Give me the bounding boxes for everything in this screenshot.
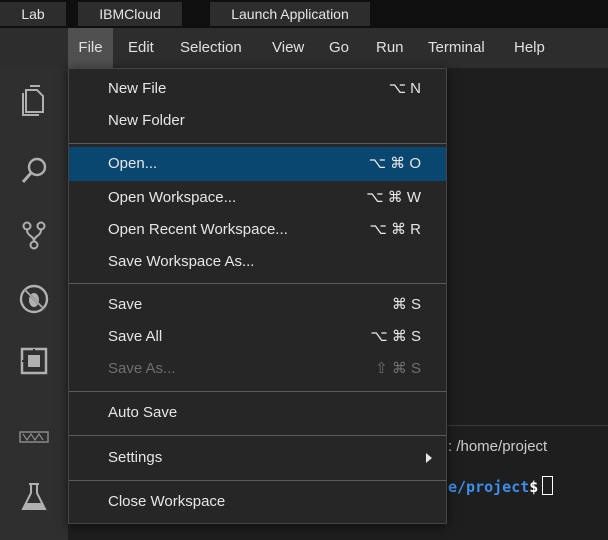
menu-item-save-as: Save As... ⇧ ⌘ S [108, 360, 421, 377]
menu-bar: File Edit Selection View Go Run Terminal… [0, 28, 608, 68]
terminal-line: : /home/project [448, 438, 548, 455]
menu-separator [69, 143, 446, 144]
menu-file[interactable]: File [68, 28, 113, 68]
terminal-prompt-symbol: $ [529, 478, 539, 496]
menu-separator [69, 435, 446, 436]
debug-icon[interactable] [17, 282, 51, 316]
menu-item-open-recent-workspace[interactable]: Open Recent Workspace... ⌥ ⌘ R [69, 213, 446, 247]
menu-separator [69, 480, 446, 481]
menu-go[interactable]: Go [329, 28, 349, 68]
menu-selection[interactable]: Selection [180, 28, 242, 68]
menu-separator [69, 391, 446, 392]
submenu-arrow-icon [426, 453, 432, 463]
menu-item-close-workspace[interactable]: Close Workspace [69, 485, 446, 519]
menu-item-save[interactable]: Save ⌘ S [69, 288, 446, 322]
menu-item-auto-save[interactable]: Auto Save [69, 396, 446, 430]
menu-item-new-file[interactable]: New File ⌥ N [69, 72, 446, 106]
menu-view[interactable]: View [272, 28, 304, 68]
lab-flask-icon[interactable] [17, 480, 51, 514]
terminal-prompt-line[interactable]: e/project$ [448, 476, 554, 496]
menu-item-save-workspace-as[interactable]: Save Workspace As... [69, 245, 446, 279]
menu-item-save-all[interactable]: Save All ⌥ ⌘ S [69, 320, 446, 354]
search-icon[interactable] [17, 154, 51, 188]
activity-bar [0, 68, 68, 540]
tab-launch-application[interactable]: Launch Application [210, 2, 371, 26]
extensions-icon[interactable] [17, 344, 51, 378]
skills-network-icon[interactable] [17, 420, 51, 454]
tab-lab[interactable]: Lab [0, 2, 67, 26]
menu-run[interactable]: Run [376, 28, 404, 68]
menu-item-settings[interactable]: Settings [69, 441, 446, 475]
menu-help[interactable]: Help [514, 28, 545, 68]
top-tab-strip: Lab IBMCloud Launch Application [0, 0, 608, 28]
menu-separator [69, 283, 446, 284]
menu-item-new-folder[interactable]: New Folder [69, 104, 446, 138]
menu-item-open-workspace[interactable]: Open Workspace... ⌥ ⌘ W [69, 181, 446, 215]
files-icon[interactable] [17, 84, 51, 118]
terminal-path: e/project [448, 478, 530, 496]
tab-ibmcloud[interactable]: IBMCloud [78, 2, 183, 26]
source-control-icon[interactable] [17, 218, 51, 252]
menu-item-open[interactable]: Open... ⌥ ⌘ O [69, 147, 446, 181]
file-menu-dropdown: New File ⌥ N New Folder Open... ⌥ ⌘ O Op… [68, 68, 447, 524]
terminal-cursor [542, 476, 554, 495]
menu-edit[interactable]: Edit [128, 28, 154, 68]
menu-terminal[interactable]: Terminal [428, 28, 485, 68]
